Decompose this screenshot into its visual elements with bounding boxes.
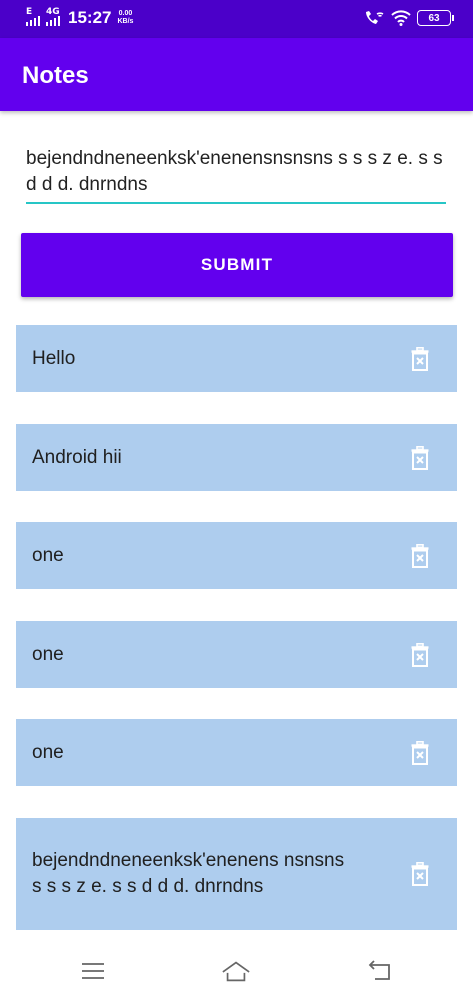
wifi-calling-icon — [366, 11, 384, 24]
battery-level: 63 — [428, 12, 440, 24]
trash-icon[interactable] — [409, 861, 431, 887]
note-item: Android hii — [16, 424, 457, 491]
speed-value: 0.00 — [118, 10, 133, 17]
status-left: E 4G 15:27 0.00 KB/s — [26, 8, 133, 28]
note-item: one — [16, 522, 457, 589]
menu-icon[interactable] — [78, 958, 108, 984]
app-bar: Notes — [0, 38, 473, 111]
signal-bars-icon — [46, 16, 60, 26]
signal-2: 4G — [46, 8, 60, 28]
trash-icon[interactable] — [409, 445, 431, 471]
battery-icon: 63 — [417, 10, 454, 26]
note-text: Hello — [32, 347, 76, 369]
status-bar: E 4G 15:27 0.00 KB/s 63 — [0, 0, 473, 38]
note-text: one — [32, 741, 64, 763]
trash-icon[interactable] — [409, 346, 431, 372]
note-text: one — [32, 643, 64, 665]
note-text: bejendndneneenksk'enenens nsnsns s s s z… — [32, 850, 345, 897]
signal-bars-icon — [26, 16, 40, 26]
note-item: bejendndneneenksk'enenens nsnsns s s s z… — [16, 818, 457, 930]
note-input[interactable]: bejendndneneenksk'enenensnsnsns s s s z … — [26, 146, 446, 204]
trash-icon[interactable] — [409, 543, 431, 569]
trash-icon[interactable] — [409, 642, 431, 668]
note-item: one — [16, 621, 457, 688]
submit-button[interactable]: SUBMIT — [21, 233, 453, 297]
note-item: Hello — [16, 325, 457, 392]
wifi-icon — [391, 10, 411, 26]
trash-icon[interactable] — [409, 740, 431, 766]
network-speed: 0.00 KB/s — [117, 10, 133, 26]
note-text: Android hii — [32, 446, 122, 468]
note-text: one — [32, 544, 64, 566]
clock: 15:27 — [68, 8, 112, 27]
back-icon[interactable] — [365, 958, 395, 984]
status-right: 63 — [363, 9, 454, 27]
page-title: Notes — [22, 62, 89, 89]
speed-unit: KB/s — [117, 18, 134, 25]
signal-1: E — [26, 8, 40, 28]
note-item: one — [16, 719, 457, 786]
navigation-bar — [0, 940, 473, 1000]
home-icon[interactable] — [221, 958, 251, 984]
